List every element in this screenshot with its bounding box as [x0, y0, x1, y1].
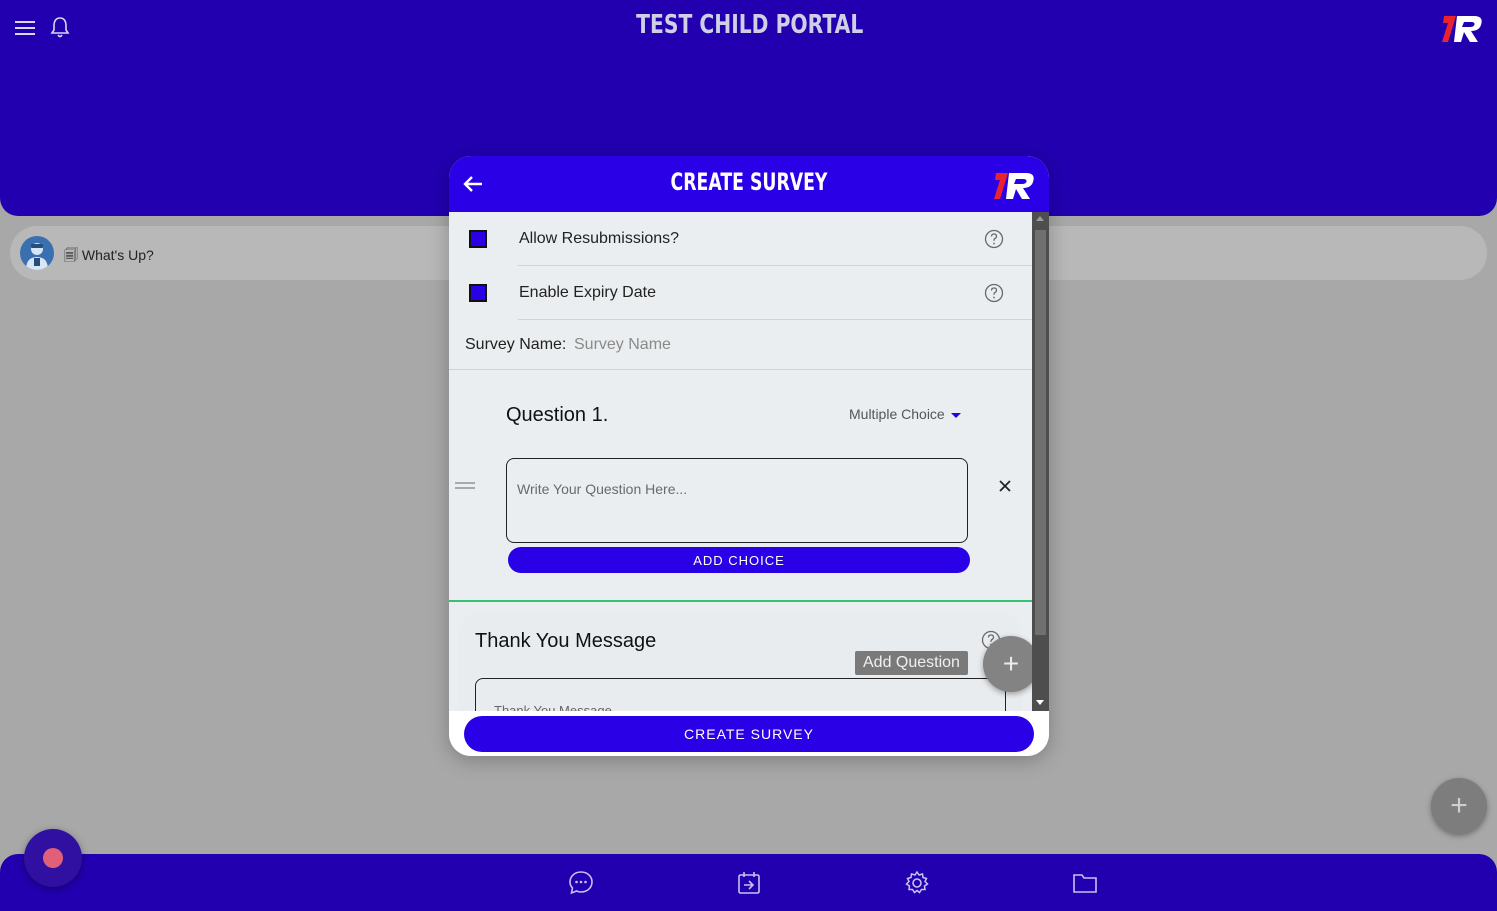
section-divider — [449, 600, 1032, 602]
record-icon — [43, 848, 63, 868]
settings-icon[interactable] — [904, 870, 930, 896]
thank-you-title: Thank You Message — [475, 630, 657, 652]
portal-title: TEST CHILD PORTAL — [636, 10, 864, 40]
enable-expiry-date-checkbox[interactable] — [469, 284, 487, 302]
modal-body: Allow Resubmissions? Enable Expiry Date … — [449, 212, 1032, 711]
bottom-nav — [0, 854, 1497, 911]
help-icon[interactable] — [984, 229, 1004, 249]
create-survey-modal: CREATE SURVEY Allow Resubmissions? Enabl… — [449, 156, 1049, 756]
option-label: Allow Resubmissions? — [519, 230, 680, 247]
survey-name-row: Survey Name: — [449, 320, 1032, 370]
modal-scrollbar[interactable] — [1032, 212, 1049, 711]
bell-icon[interactable] — [49, 15, 71, 39]
modal-title: CREATE SURVEY — [670, 168, 828, 196]
modal-footer: CREATE SURVEY — [449, 711, 1049, 756]
option-enable-expiry-date: Enable Expiry Date — [449, 266, 1032, 320]
drag-handle-icon[interactable] — [455, 482, 475, 492]
plus-icon: + — [1450, 789, 1468, 822]
caret-down-icon — [950, 412, 961, 418]
background-add-button[interactable]: + — [1431, 778, 1487, 834]
brand-logo — [1442, 16, 1482, 42]
folder-icon[interactable] — [1072, 870, 1098, 896]
help-icon[interactable] — [984, 283, 1004, 303]
thank-you-message-input[interactable] — [475, 678, 1006, 711]
scroll-thumb[interactable] — [1035, 230, 1046, 635]
question-title: Question 1. — [506, 404, 609, 426]
option-label: Enable Expiry Date — [519, 284, 656, 301]
survey-name-label: Survey Name: — [465, 336, 567, 353]
status-text[interactable]: 🗐 What's Up? — [64, 245, 154, 269]
calendar-export-icon[interactable] — [736, 870, 762, 896]
avatar[interactable] — [20, 236, 54, 270]
scroll-down-icon[interactable] — [1036, 700, 1044, 705]
record-button[interactable] — [24, 829, 82, 887]
modal-header: CREATE SURVEY — [449, 156, 1049, 212]
user-avatar-icon — [26, 243, 48, 270]
create-survey-button[interactable]: CREATE SURVEY — [464, 716, 1034, 752]
add-question-button[interactable]: + — [983, 636, 1032, 692]
survey-name-input[interactable] — [574, 332, 1014, 358]
allow-resubmissions-checkbox[interactable] — [469, 230, 487, 248]
close-icon[interactable] — [995, 476, 1015, 496]
scroll-up-icon[interactable] — [1036, 216, 1044, 221]
back-arrow-icon[interactable] — [461, 172, 485, 196]
chat-icon[interactable] — [568, 870, 594, 896]
plus-icon: + — [1002, 648, 1020, 679]
question-text-input[interactable] — [506, 458, 968, 543]
add-question-tooltip: Add Question — [855, 651, 968, 675]
question-type-dropdown[interactable]: Multiple Choice — [849, 406, 961, 422]
add-choice-button[interactable]: ADD CHOICE — [508, 547, 970, 573]
option-allow-resubmissions: Allow Resubmissions? — [449, 212, 1032, 266]
brand-logo — [994, 173, 1034, 199]
question-type-value: Multiple Choice — [849, 406, 945, 422]
menu-icon[interactable] — [14, 18, 36, 38]
